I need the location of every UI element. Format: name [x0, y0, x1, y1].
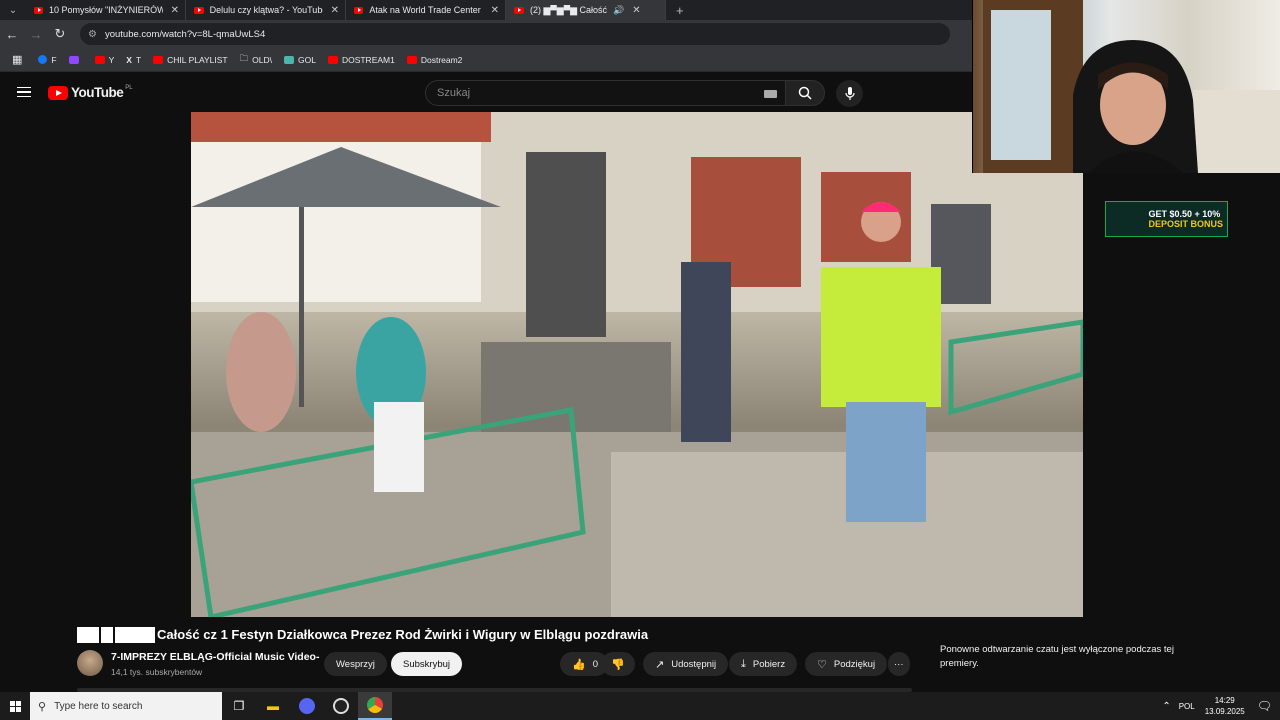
bookmark-old[interactable]: 🗀 OLD\ [240, 53, 272, 67]
new-tab-plus-icon[interactable]: + [676, 3, 684, 18]
browser-tab-2[interactable]: Delulu czy klątwa? - YouTube ✕ [186, 0, 346, 20]
windows-taskbar: ⚲ Type here to search ❐ ▬ ⌃ POL 14:29 13… [0, 692, 1280, 720]
hit-logo [77, 627, 155, 643]
tab-title: Delulu czy klątwa? - YouTube [209, 5, 323, 15]
webcam-scene [983, 0, 1280, 173]
obs-icon[interactable] [324, 692, 358, 720]
support-button[interactable]: Wesprzyj [324, 652, 387, 676]
search-button[interactable] [785, 80, 825, 106]
more-dots-icon: ··· [894, 658, 904, 670]
chat-replay-notice: Ponowne odtwarzanie czatu jest wyłączone… [940, 644, 1174, 669]
video-player[interactable] [188, 112, 1086, 621]
bookmark-y[interactable]: Y [94, 55, 114, 65]
thumbs-down-icon: 👎 [611, 658, 625, 671]
bookmark-gol[interactable]: GOL [283, 55, 316, 65]
discord-icon[interactable] [290, 692, 324, 720]
search-icon: ⚲ [38, 700, 47, 713]
thanks-button[interactable]: ♡ Podziękuj [805, 652, 888, 676]
youtube-favicon-icon [354, 6, 364, 14]
notification-icon[interactable]: 🗨 [1257, 699, 1272, 713]
bookmark-twitch[interactable] [68, 55, 83, 64]
browser-tab-3[interactable]: Atak na World Trade Center (c ✕ [346, 0, 506, 20]
start-button[interactable] [0, 692, 30, 720]
ad-text: GET $0.50 + 10% DEPOSIT BONUS [1148, 209, 1223, 229]
browser-tab-strip: ⌄ 10 Pomysłów "INŻYNIERÓW" z ✕ Delulu cz… [0, 0, 972, 20]
youtube-favicon-icon [34, 6, 43, 14]
url-text: youtube.com/watch?v=8L-qmaUwLS4 [104, 28, 266, 40]
thumbs-up-icon: 👍 [572, 658, 586, 671]
browser-tab-1[interactable]: 10 Pomysłów "INŻYNIERÓW" z ✕ [26, 0, 186, 20]
keyboard-language[interactable]: POL [1179, 702, 1195, 711]
windows-logo-icon [9, 700, 21, 712]
channel-name[interactable]: 7-IMPREZY ELBLĄG-Official Music Video- [111, 651, 319, 663]
youtube-icon [153, 55, 164, 64]
bookmark-f[interactable]: F [38, 55, 57, 65]
youtube-icon [94, 55, 105, 64]
tab-close-icon[interactable]: ✕ [491, 5, 499, 16]
sponsor-ad-banner[interactable]: GET $0.50 + 10% DEPOSIT BONUS [1105, 201, 1228, 237]
browser-tab-active[interactable]: (2) ▆▀▆▀▆ Całość 🔊 ✕ [506, 0, 666, 20]
tab-close-icon[interactable]: ✕ [632, 5, 640, 16]
bookmarks-bar: ▦ F Y XT CHIL PLAYLIST 🗀 OLD\ GOL DOSTREA… [0, 48, 972, 72]
youtube-icon [327, 55, 338, 64]
tab-title: 10 Pomysłów "INŻYNIERÓW" z [48, 5, 163, 15]
like-count: 0 [592, 658, 598, 670]
tab-close-icon[interactable]: ✕ [171, 5, 179, 16]
streamer-webcam-overlay [972, 0, 1280, 173]
video-title: Całość cz 1 Festyn Działkowca Prezez Rod… [157, 627, 649, 642]
youtube-favicon-icon [514, 6, 524, 14]
tab-search-chevron-icon[interactable]: ⌄ [0, 0, 26, 20]
youtube-logo[interactable]: YouTube PL [48, 85, 133, 100]
keyboard-icon[interactable] [764, 90, 777, 98]
bookmark-t[interactable]: XT [126, 55, 141, 65]
youtube-icon [406, 55, 417, 64]
tab-title: (2) ▆▀▆▀▆ Całość [530, 4, 608, 15]
tray-chevron-up-icon[interactable]: ⌃ [1162, 701, 1170, 712]
download-icon: ⤓ [741, 657, 746, 670]
twitch-icon [68, 55, 79, 64]
search-icon [798, 86, 812, 100]
taskbar-clock[interactable]: 14:29 13.09.2025 [1205, 695, 1245, 717]
heart-dollar-icon: ♡ [817, 658, 827, 671]
voice-search-button[interactable] [836, 80, 863, 107]
dislike-button[interactable]: 👎 [601, 652, 635, 676]
share-button[interactable]: ↗ Udostępnij [643, 652, 729, 676]
search-input[interactable]: Szukaj [425, 80, 785, 106]
subscribe-button[interactable]: Subskrybuj [391, 652, 462, 676]
youtube-favicon-icon [194, 6, 204, 14]
speaker-icon[interactable]: 🔊 [613, 5, 624, 16]
bookmark-dostream2[interactable]: Dostream2 [406, 55, 462, 65]
channel-avatar[interactable] [77, 650, 103, 676]
more-actions-button[interactable]: ··· [888, 652, 910, 676]
address-toolbar: ← → ↻ ⚙ youtube.com/watch?v=8L-qmaUwLS4 [0, 20, 972, 48]
download-button[interactable]: ⤓ Pobierz [729, 652, 798, 676]
subscriber-count: 14,1 tys. subskrybentów [111, 667, 203, 677]
apps-grid-icon[interactable]: ▦ [12, 53, 22, 66]
url-field[interactable]: ⚙ youtube.com/watch?v=8L-qmaUwLS4 [80, 23, 950, 45]
facebook-icon [38, 55, 48, 64]
tab-close-icon[interactable]: ✕ [331, 5, 339, 16]
site-info-icon[interactable]: ⚙ [88, 29, 97, 40]
share-arrow-icon: ↗ [655, 658, 665, 671]
forward-arrow-icon[interactable]: → [24, 27, 48, 42]
tab-title: Atak na World Trade Center (c [369, 5, 483, 15]
taskbar-search-input[interactable]: ⚲ Type here to search [30, 692, 222, 720]
back-arrow-icon[interactable]: ← [0, 27, 24, 42]
youtube-masthead: YouTube PL Szukaj [0, 72, 972, 112]
chrome-icon[interactable] [358, 692, 392, 720]
gol-icon [283, 55, 294, 64]
youtube-play-icon [48, 85, 68, 100]
bookmark-chil-playlist[interactable]: CHIL PLAYLIST [153, 55, 228, 65]
folder-icon: 🗀 [239, 52, 249, 63]
x-logo-icon: X [126, 54, 132, 65]
video-frame [188, 112, 1086, 621]
task-view-icon[interactable]: ❐ [222, 692, 256, 720]
microphone-icon [844, 86, 855, 100]
file-explorer-icon[interactable]: ▬ [256, 692, 290, 720]
bookmark-dostream1[interactable]: DOSTREAM1 [327, 55, 395, 65]
hamburger-menu-icon[interactable] [17, 87, 31, 97]
system-tray: ⌃ POL 14:29 13.09.2025 🗨 [1162, 692, 1280, 720]
reload-icon[interactable]: ↻ [48, 26, 72, 42]
